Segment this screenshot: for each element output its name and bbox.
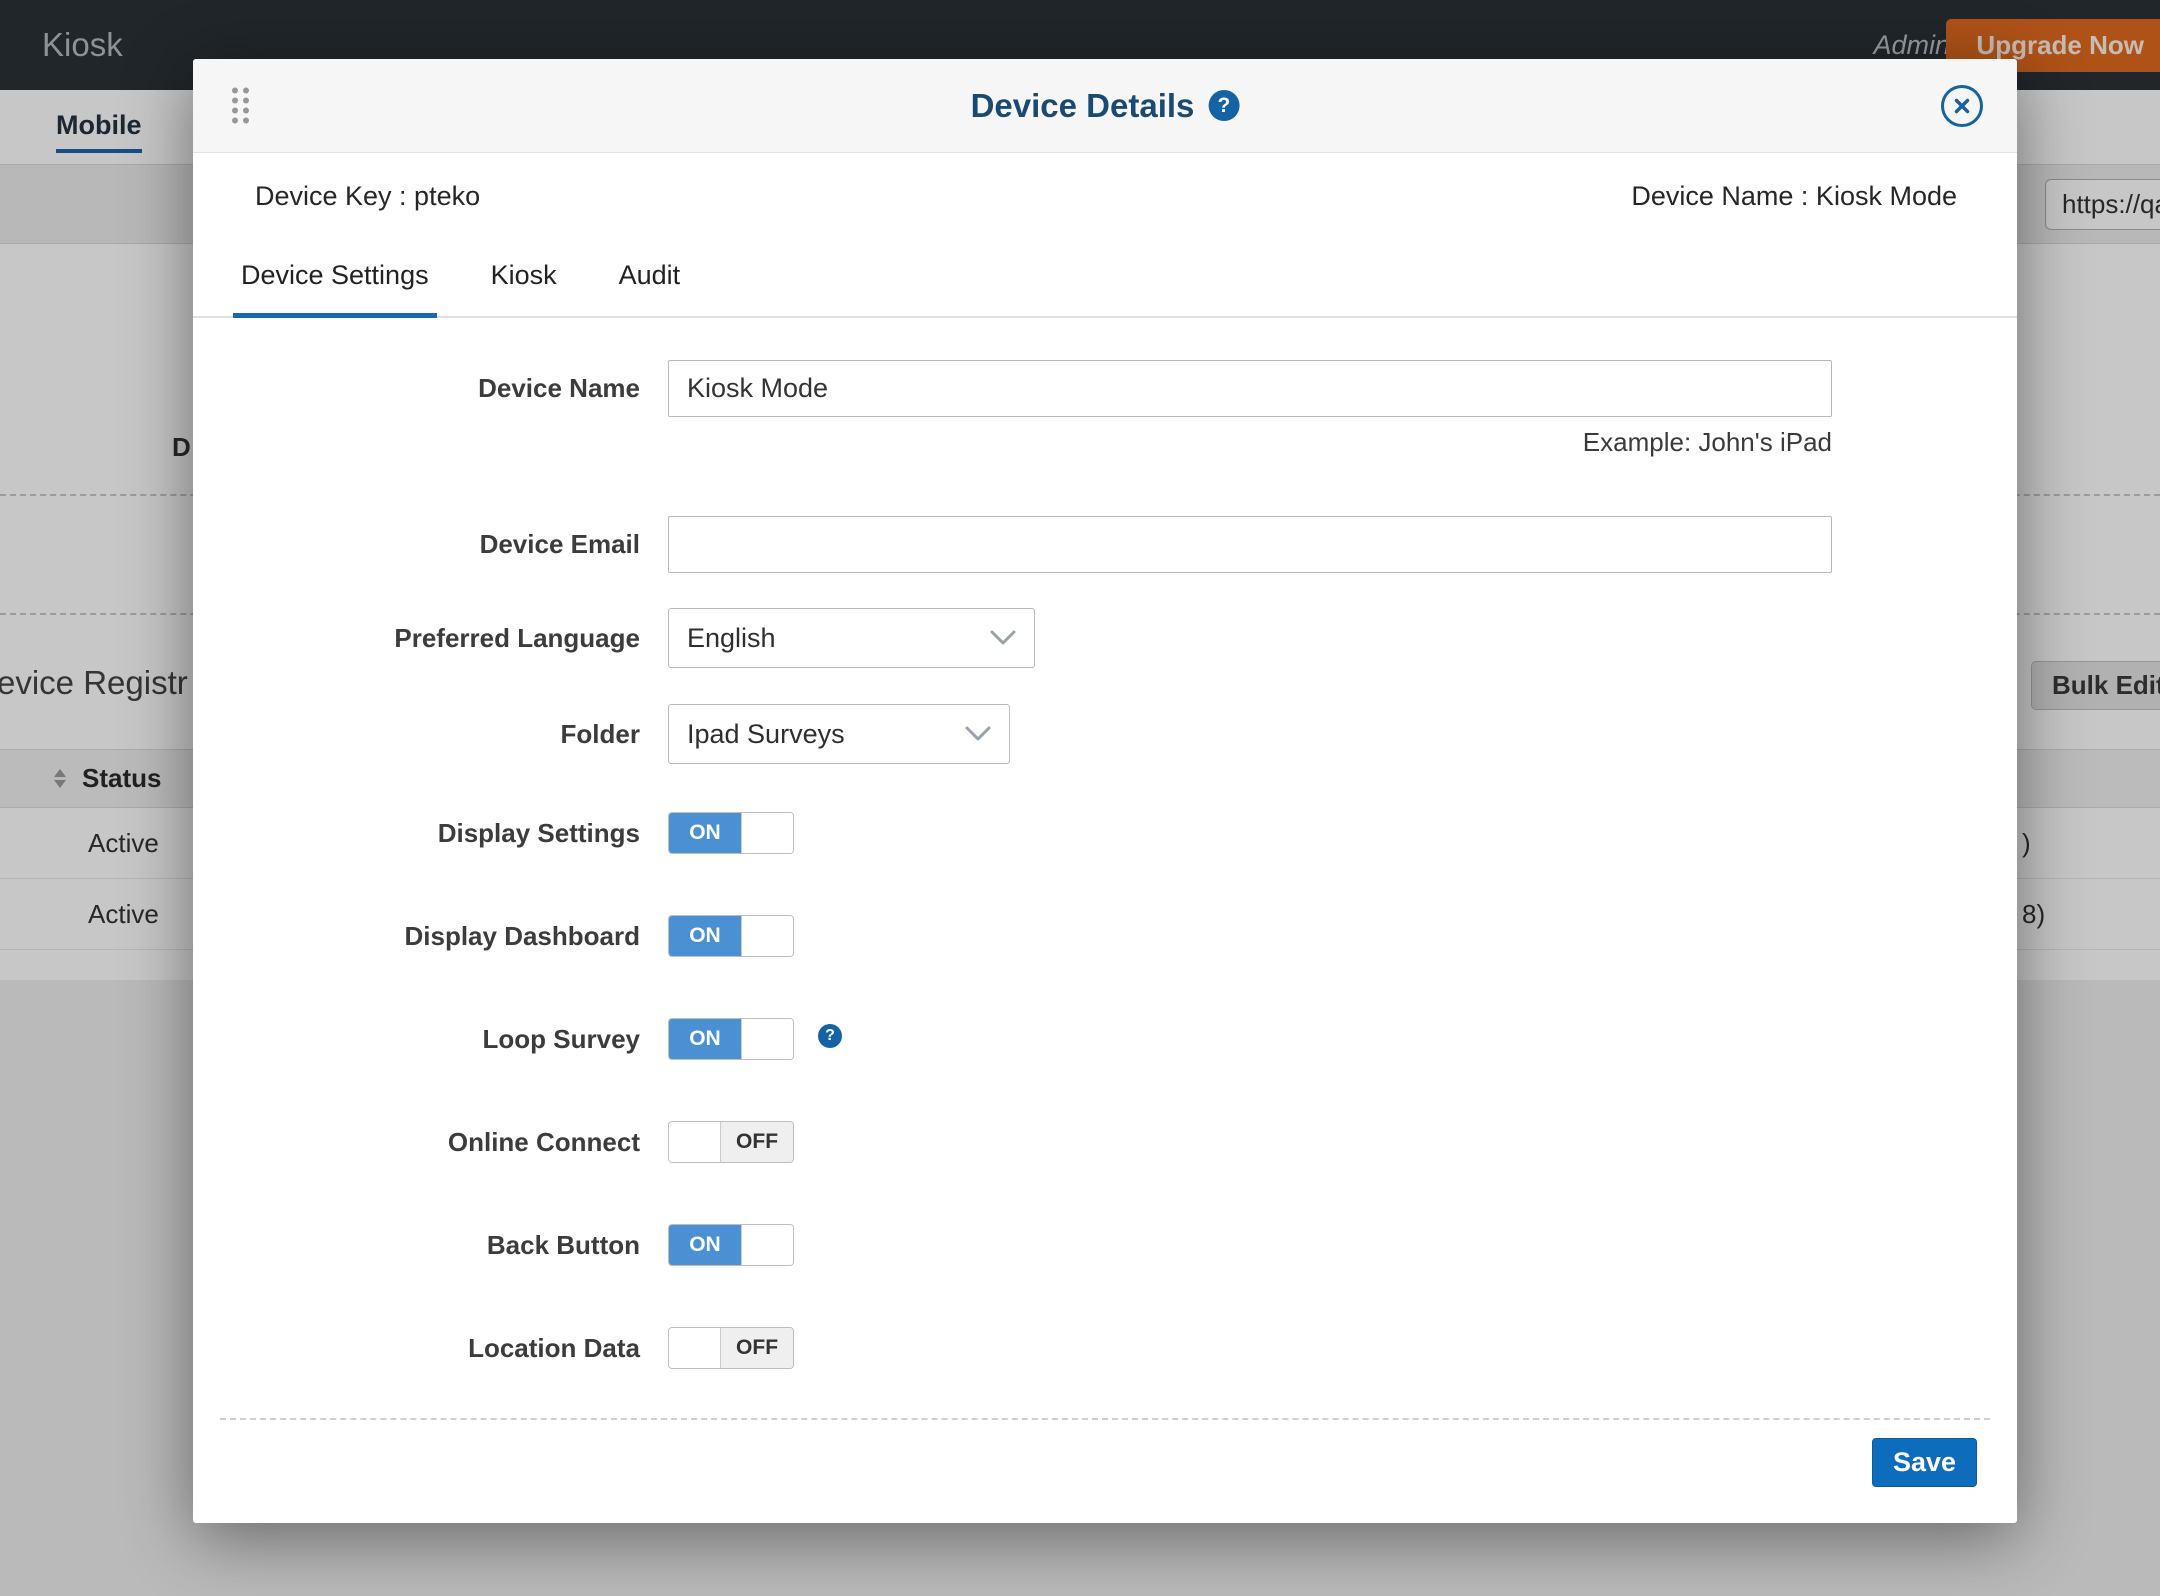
device-email-input[interactable]	[668, 516, 1832, 573]
location-data-row: Location Data OFF	[193, 1327, 2017, 1369]
tab-kiosk[interactable]: Kiosk	[483, 248, 565, 318]
back-button-toggle[interactable]: ON	[668, 1224, 794, 1266]
display-dashboard-label: Display Dashboard	[193, 915, 640, 957]
tab-audit[interactable]: Audit	[611, 248, 689, 318]
toggle-handle	[741, 916, 793, 956]
tab-device-settings[interactable]: Device Settings	[233, 248, 437, 318]
location-data-toggle[interactable]: OFF	[668, 1327, 794, 1369]
device-name-helper: Example: John's iPad	[668, 427, 1832, 458]
modal-footer: Save	[193, 1420, 2017, 1487]
modal-title: Device Details	[971, 87, 1195, 125]
preferred-language-select[interactable]: English	[668, 608, 1035, 668]
back-button-row: Back Button ON	[193, 1224, 2017, 1266]
device-key-label: Device Key : pteko	[255, 181, 480, 212]
online-connect-row: Online Connect OFF	[193, 1121, 2017, 1163]
folder-select[interactable]: Ipad Surveys	[668, 704, 1010, 764]
chevron-down-icon	[990, 630, 1016, 646]
loop-survey-label: Loop Survey	[193, 1018, 640, 1060]
loop-survey-help-icon[interactable]: ?	[818, 1024, 842, 1048]
device-name-input[interactable]	[668, 360, 1832, 417]
preferred-language-value: English	[687, 623, 776, 654]
help-icon[interactable]: ?	[1208, 90, 1239, 121]
display-settings-row: Display Settings ON	[193, 812, 2017, 854]
device-name-row: Device Name Example: John's iPad	[193, 360, 2017, 458]
display-settings-toggle[interactable]: ON	[668, 812, 794, 854]
folder-row: Folder Ipad Surveys	[193, 704, 2017, 764]
toggle-handle	[741, 813, 793, 853]
device-email-row: Device Email	[193, 516, 2017, 573]
device-email-field-label: Device Email	[193, 516, 640, 573]
toggle-handle	[669, 1328, 721, 1368]
toggle-handle	[741, 1225, 793, 1265]
toggle-handle	[741, 1019, 793, 1059]
display-dashboard-row: Display Dashboard ON	[193, 915, 2017, 957]
device-details-modal: Device Details ? Device Key : pteko Devi…	[193, 59, 2017, 1523]
drag-handle-icon[interactable]	[229, 85, 252, 126]
back-button-label: Back Button	[193, 1224, 640, 1266]
device-name-field-label: Device Name	[193, 360, 640, 417]
device-name-label: Device Name : Kiosk Mode	[1631, 181, 1957, 212]
preferred-language-field-label: Preferred Language	[193, 608, 640, 668]
loop-survey-toggle[interactable]: ON	[668, 1018, 794, 1060]
preferred-language-row: Preferred Language English	[193, 608, 2017, 668]
modal-header: Device Details ?	[193, 59, 2017, 153]
folder-field-label: Folder	[193, 704, 640, 764]
save-button[interactable]: Save	[1872, 1438, 1977, 1487]
loop-survey-row: Loop Survey ON ?	[193, 1018, 2017, 1060]
display-dashboard-toggle[interactable]: ON	[668, 915, 794, 957]
close-icon[interactable]	[1941, 85, 1983, 127]
online-connect-toggle[interactable]: OFF	[668, 1121, 794, 1163]
online-connect-label: Online Connect	[193, 1121, 640, 1163]
chevron-down-icon	[965, 726, 991, 742]
toggle-handle	[669, 1122, 721, 1162]
folder-value: Ipad Surveys	[687, 719, 845, 750]
display-settings-label: Display Settings	[193, 812, 640, 854]
modal-subheader: Device Key : pteko Device Name : Kiosk M…	[193, 153, 2017, 212]
modal-tabs: Device Settings Kiosk Audit	[193, 248, 2017, 318]
location-data-label: Location Data	[193, 1327, 640, 1369]
